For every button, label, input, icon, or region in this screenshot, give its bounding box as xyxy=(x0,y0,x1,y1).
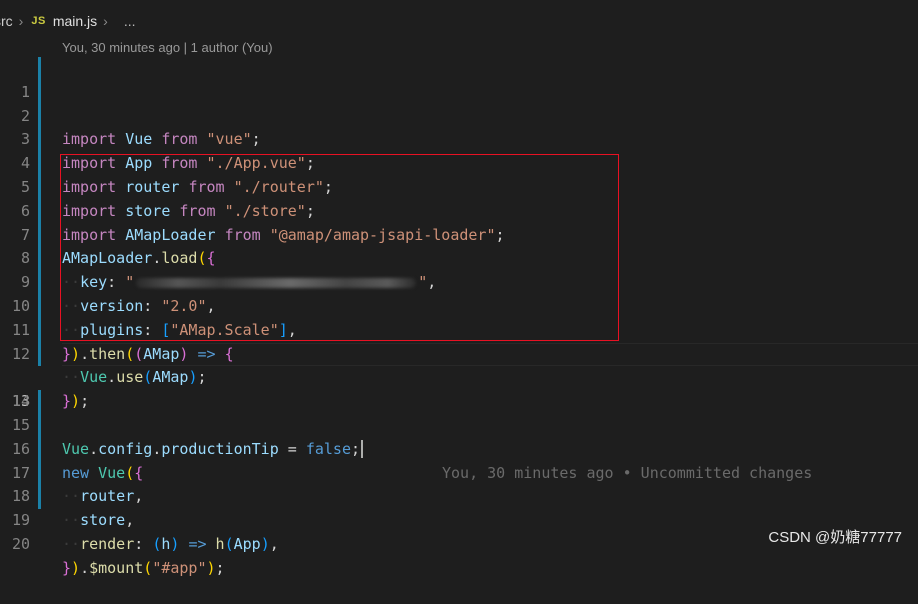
codelens-author-info[interactable]: You, 30 minutes ago | 1 author (You) xyxy=(62,40,273,58)
git-change-indicator xyxy=(38,271,41,295)
code-line: 3 import router from "./router"; xyxy=(0,104,918,196)
code-line: 16 ··router, xyxy=(0,413,918,505)
git-change-indicator xyxy=(38,152,41,176)
code-line: 17 ··store, xyxy=(0,437,918,529)
code-line: 4 import store from "./store"; xyxy=(0,128,918,220)
git-change-indicator xyxy=(38,57,41,81)
code-line: 19 }).$mount("#app"); xyxy=(0,485,918,577)
git-change-indicator xyxy=(38,247,41,272)
code-line: 18 ··render: (h) => h(App), xyxy=(0,461,918,553)
javascript-file-icon: JS xyxy=(31,15,46,27)
code-line: 2 import App from "./App.vue"; xyxy=(0,80,918,172)
git-change-indicator xyxy=(38,294,41,319)
git-change-indicator xyxy=(38,342,41,367)
git-change-indicator xyxy=(38,413,41,438)
code-line: 14 xyxy=(0,366,918,410)
git-change-indicator xyxy=(38,80,41,105)
breadcrumb-more[interactable]: ... xyxy=(124,13,136,29)
code-line: 15 new Vue({ xyxy=(0,390,918,482)
breadcrumb: src › JS main.js › ... xyxy=(0,10,136,32)
git-change-indicator xyxy=(38,318,41,343)
git-change-indicator xyxy=(38,223,41,248)
git-change-indicator xyxy=(38,390,41,414)
line-content: ··render: (h) => h(App), xyxy=(62,534,279,553)
annotation-highlight-box xyxy=(60,154,619,341)
git-change-indicator xyxy=(38,437,41,462)
watermark: CSDN @奶糖77777 xyxy=(768,529,902,546)
git-change-indicator xyxy=(38,461,41,486)
git-change-indicator xyxy=(38,175,41,200)
chevron-right-icon: › xyxy=(103,13,108,29)
code-line: 1 import Vue from "vue"; xyxy=(0,57,918,148)
breadcrumb-file[interactable]: main.js xyxy=(53,13,97,29)
git-change-indicator xyxy=(38,128,41,153)
breadcrumb-folder[interactable]: src xyxy=(0,13,13,29)
line-content: }).$mount("#app"); xyxy=(62,558,225,577)
current-line-highlight xyxy=(62,342,918,367)
line-number: 20 xyxy=(11,534,30,553)
git-change-indicator xyxy=(38,199,41,224)
git-change-indicator xyxy=(38,104,41,129)
chevron-right-icon: › xyxy=(18,13,24,29)
git-change-indicator xyxy=(38,485,41,510)
code-line-current: 13 Vue.config.productionTip = false; You… xyxy=(0,342,918,482)
